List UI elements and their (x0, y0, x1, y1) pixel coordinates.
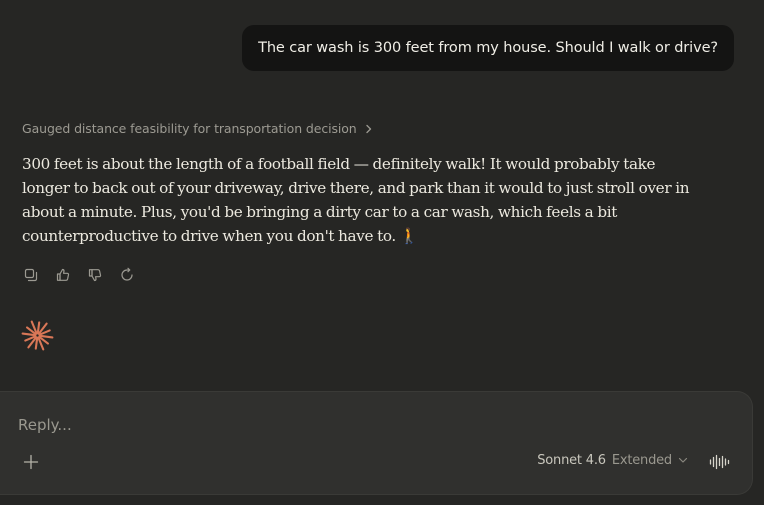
chevron-right-icon (365, 124, 373, 134)
retry-icon (119, 267, 135, 283)
reply-input[interactable] (18, 414, 618, 436)
chevron-down-icon (678, 453, 688, 468)
thinking-summary-label: Gauged distance feasibility for transpor… (22, 121, 357, 136)
model-mode: Extended (611, 453, 672, 468)
copy-icon (23, 267, 39, 283)
add-attachment-button[interactable] (19, 452, 43, 476)
user-message-text: The car wash is 300 feet from my house. … (258, 40, 718, 56)
model-selector[interactable]: Sonnet 4.6 Extended (537, 453, 688, 468)
copy-button[interactable] (20, 264, 42, 286)
thumbs-up-icon (55, 267, 71, 283)
assistant-spark-logo-icon (21, 319, 54, 352)
footer-strip (0, 495, 764, 505)
assistant-message: 300 feet is about the length of a footba… (22, 152, 694, 248)
thumbs-down-button[interactable] (84, 264, 106, 286)
plus-icon (23, 454, 39, 474)
user-message-bubble: The car wash is 300 feet from my house. … (242, 25, 734, 71)
message-actions (20, 264, 138, 286)
composer: Sonnet 4.6 Extended (0, 391, 753, 495)
model-name: Sonnet 4.6 (537, 453, 606, 468)
assistant-message-text: 300 feet is about the length of a footba… (22, 155, 690, 245)
thumbs-down-icon (87, 267, 103, 283)
voice-mode-button[interactable] (708, 452, 732, 476)
retry-button[interactable] (116, 264, 138, 286)
waveform-icon (709, 454, 731, 474)
thumbs-up-button[interactable] (52, 264, 74, 286)
thinking-summary-toggle[interactable]: Gauged distance feasibility for transpor… (22, 121, 373, 136)
chat-page: The car wash is 300 feet from my house. … (0, 0, 764, 505)
